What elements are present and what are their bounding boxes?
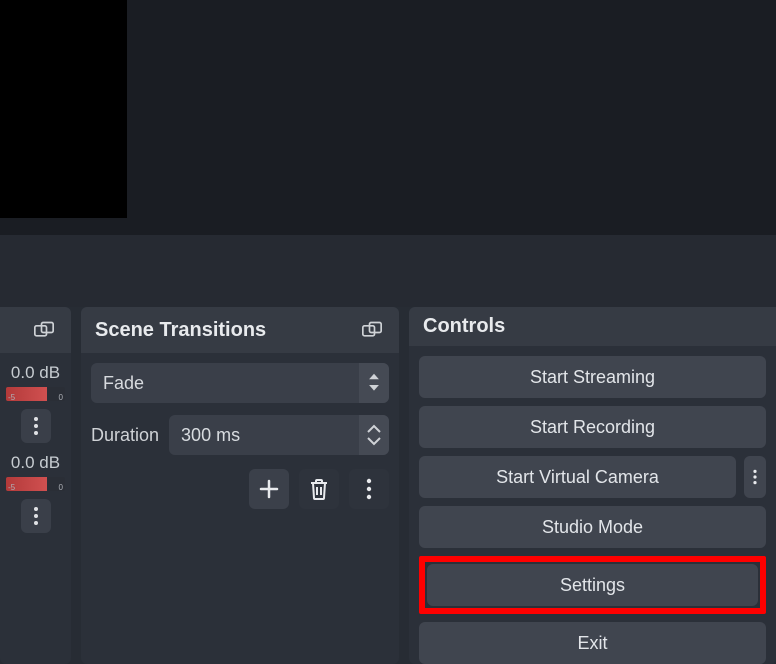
audio-meter: -5 0	[6, 387, 65, 401]
audio-channel-level: 0.0 dB	[4, 449, 67, 475]
panel-title: Controls	[423, 315, 505, 338]
annotation-highlight: Settings	[419, 556, 766, 614]
start-streaming-button[interactable]: Start Streaming	[419, 356, 766, 398]
preview-area	[0, 0, 776, 235]
studio-mode-button[interactable]: Studio Mode	[419, 506, 766, 548]
audio-meter: -5 0	[6, 477, 65, 491]
chevron-down-icon	[367, 384, 381, 394]
virtual-camera-config-button[interactable]	[744, 456, 766, 498]
settings-button[interactable]: Settings	[427, 564, 758, 606]
preview-source-placeholder	[0, 0, 127, 218]
chevron-down-icon	[367, 436, 381, 446]
start-recording-button[interactable]: Start Recording	[419, 406, 766, 448]
audio-channel-menu-button[interactable]	[21, 409, 51, 443]
scene-transitions-header: Scene Transitions	[81, 307, 399, 353]
audio-mixer-header	[0, 307, 71, 353]
plus-icon	[258, 478, 280, 500]
start-virtual-camera-button[interactable]: Start Virtual Camera	[419, 456, 736, 498]
scene-transitions-dock: Scene Transitions Fade Duration 300 ms	[81, 307, 399, 664]
duration-label: Duration	[91, 425, 159, 446]
kebab-icon	[366, 478, 372, 500]
popout-icon[interactable]	[357, 315, 387, 345]
trash-icon	[309, 478, 329, 500]
transition-select-value: Fade	[91, 363, 359, 403]
audio-channel-level: 0.0 dB	[4, 359, 67, 385]
popout-icon[interactable]	[29, 315, 59, 345]
panel-title: Scene Transitions	[95, 319, 266, 342]
audio-mixer-dock: 0.0 dB -5 0 0.0 dB -5 0	[0, 307, 71, 664]
exit-button[interactable]: Exit	[419, 622, 766, 664]
add-transition-button[interactable]	[249, 469, 289, 509]
dock-separator	[0, 235, 776, 307]
remove-transition-button[interactable]	[299, 469, 339, 509]
duration-stepper[interactable]	[359, 415, 389, 455]
transition-select-stepper[interactable]	[359, 363, 389, 403]
controls-header: Controls	[409, 307, 776, 346]
transition-select[interactable]: Fade	[91, 363, 389, 403]
chevron-up-icon	[367, 424, 381, 434]
kebab-icon	[750, 469, 760, 485]
controls-dock: Controls Start Streaming Start Recording…	[409, 307, 776, 664]
transition-properties-button[interactable]	[349, 469, 389, 509]
chevron-up-icon	[367, 372, 381, 382]
duration-value: 300 ms	[169, 415, 359, 455]
audio-channel-menu-button[interactable]	[21, 499, 51, 533]
duration-input[interactable]: 300 ms	[169, 415, 389, 455]
